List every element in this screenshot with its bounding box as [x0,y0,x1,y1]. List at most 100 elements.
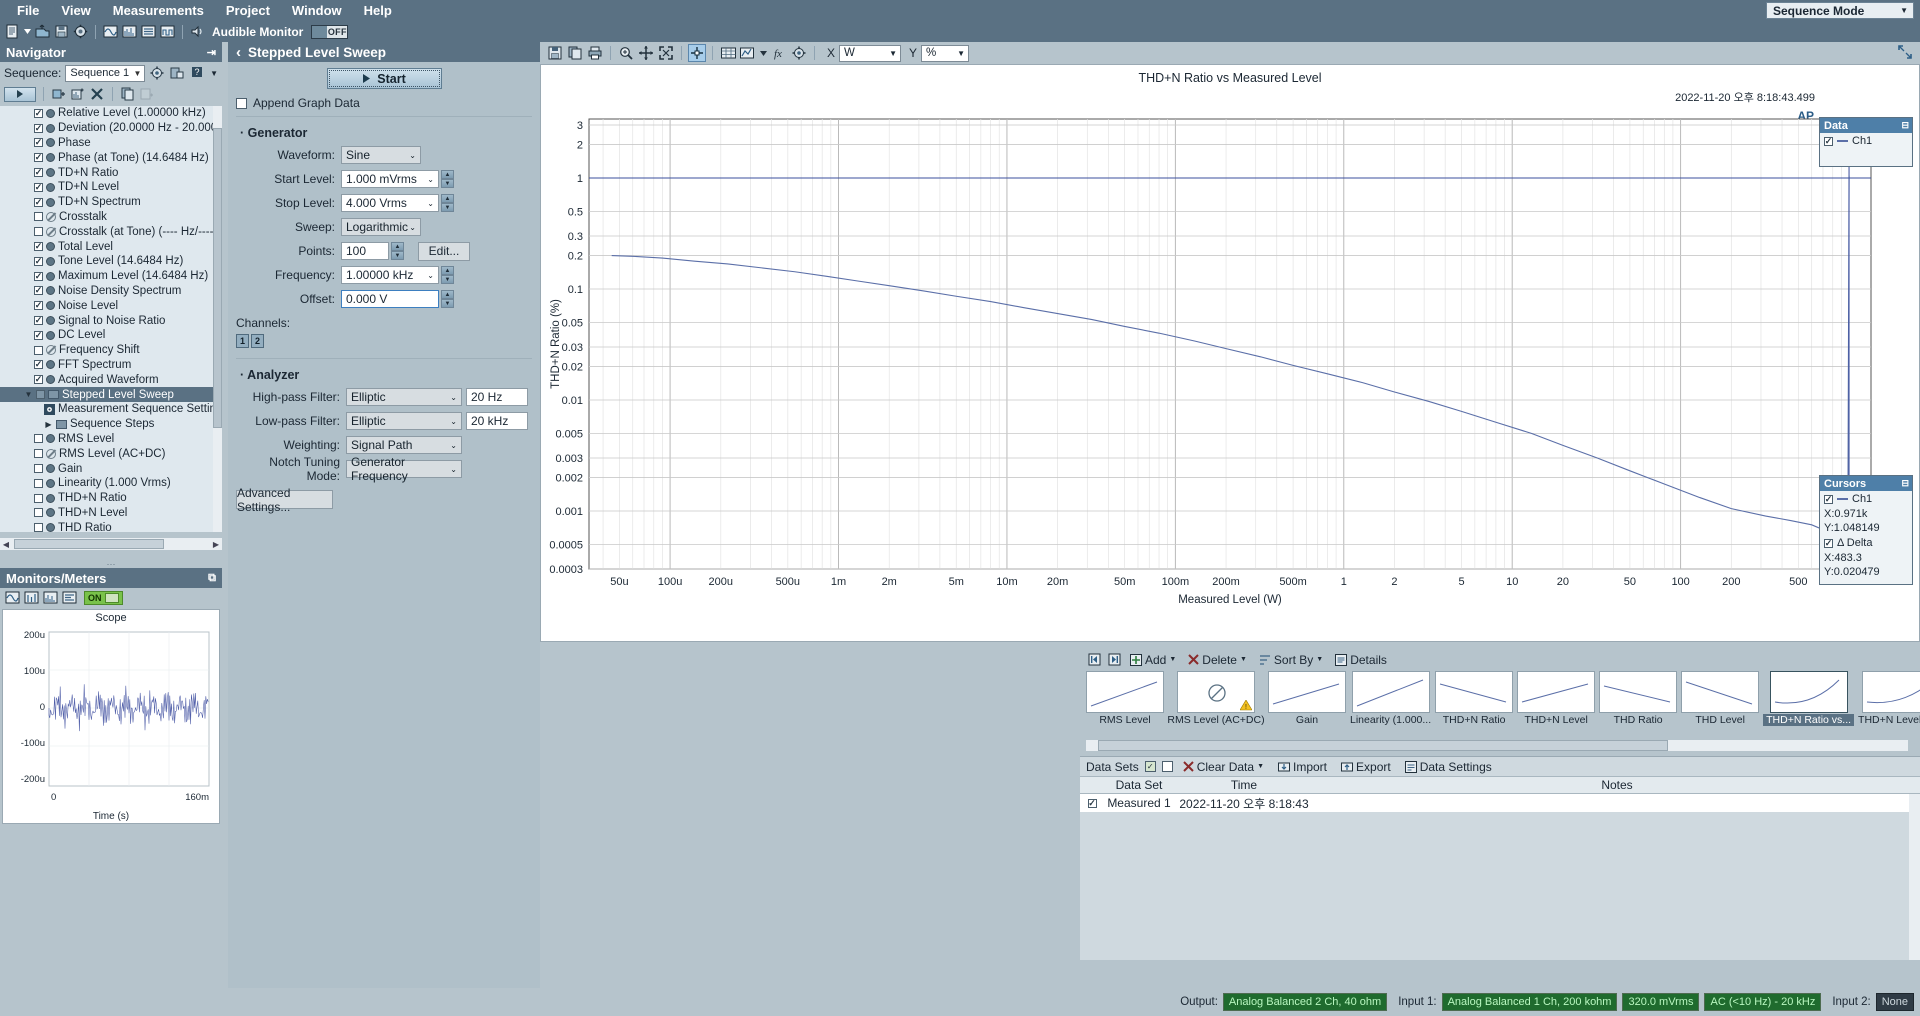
tree-item[interactable]: THD+N Ratio [0,491,222,506]
tree-item[interactable]: DC Level [0,328,222,343]
thumbnail-item[interactable]: THD+N Level [1517,671,1596,729]
field-dropdown[interactable]: Elliptic ⌄ [346,412,462,430]
tree-item-checkbox[interactable] [34,108,43,118]
spin-down-icon[interactable]: ▼ [391,251,404,260]
add-measurement-icon[interactable] [51,86,67,102]
field-spinner[interactable]: ▲ ▼ [391,242,404,260]
field-spinner[interactable]: ▲ ▼ [441,194,454,212]
thumbnail-item[interactable]: Gain [1268,671,1346,729]
settings-gear-icon[interactable] [72,23,89,40]
tree-item-checkbox[interactable] [36,390,45,400]
x-axis-unit-dropdown[interactable]: W ▼ [839,44,902,62]
export-button[interactable]: Export [1337,759,1395,775]
tree-item-checkbox[interactable] [34,182,43,192]
field-dropdown[interactable]: 1.000 mVrms ⌄ [341,170,439,188]
tree-item-checkbox[interactable] [34,197,43,207]
tree-item-checkbox[interactable] [34,271,43,281]
spin-up-icon[interactable]: ▲ [441,170,454,179]
thumbnail-item[interactable]: THD+N Ratio vs... [1763,671,1855,729]
tree-item-checkbox[interactable] [34,242,43,252]
spin-up-icon[interactable]: ▲ [441,266,454,275]
graph-type-dropdown-icon[interactable] [759,45,768,61]
audible-monitor-toggle[interactable]: OFF [311,24,349,39]
append-graph-data-row[interactable]: Append Graph Data [236,96,532,110]
tree-item[interactable]: Deviation (20.0000 Hz - 20.0000 kH [0,121,222,136]
input1-level[interactable]: 320.0 mVrms [1622,993,1700,1011]
tree-item-checkbox[interactable] [34,434,43,444]
cursor-ch1-row[interactable]: Ch1 [1820,491,1912,507]
first-measurement-icon[interactable] [1086,652,1102,668]
chevron-down-icon[interactable]: ▼ [1316,656,1323,663]
scroll-left-icon[interactable]: ◀ [0,540,12,549]
spin-down-icon[interactable]: ▼ [441,299,454,308]
row-checkbox[interactable] [1080,798,1104,808]
tree-item[interactable]: ▶ Sequence Steps [0,417,222,432]
spectrum-icon[interactable] [121,23,138,40]
bargraph-view-icon[interactable] [61,590,77,606]
scrollbar-thumb[interactable] [213,128,222,428]
sort-by-button[interactable]: Sort By ▼ [1255,652,1327,668]
spectrum-view-icon[interactable] [42,590,58,606]
spin-down-icon[interactable]: ▼ [441,203,454,212]
add-button[interactable]: Add ▼ [1126,652,1180,668]
tree-item-checkbox[interactable] [34,478,43,488]
tree-item-checkbox[interactable] [34,330,43,340]
popout-icon[interactable]: ⧉ [208,572,216,585]
pin-icon[interactable]: ⇥ [207,46,216,59]
fit-icon[interactable] [657,44,675,62]
tree-item-checkbox[interactable] [34,168,43,178]
thumbnail-item[interactable]: Linearity (1.000... [1350,671,1432,729]
tree-item[interactable]: Measurement Sequence Settings... [0,402,222,417]
tree-item[interactable]: Gain [0,461,222,476]
thumbnail-item[interactable]: THD Ratio [1599,671,1678,729]
menu-help[interactable]: Help [353,1,403,20]
tree-item[interactable]: FFT Spectrum [0,358,222,373]
copy-measurement-icon[interactable] [120,86,136,102]
field-dropdown[interactable]: 4.000 Vrms ⌄ [341,194,439,212]
tree-item-checkbox[interactable] [34,360,43,370]
strip-hscrollbar[interactable] [1086,740,1908,751]
paste-measurement-icon[interactable] [139,86,155,102]
tree-item-checkbox[interactable] [34,375,43,385]
tree-item[interactable]: RMS Level (AC+DC) [0,446,222,461]
channel-button-2[interactable]: 2 [251,334,264,348]
tree-item[interactable]: Total Level [0,239,222,254]
crosshair-icon[interactable] [688,44,706,62]
tree-item[interactable]: Acquired Waveform [0,372,222,387]
sequence-settings-gear-icon[interactable] [149,65,165,81]
thumbnail-item[interactable]: RMS Level [1086,671,1164,729]
tree-item-checkbox[interactable] [34,286,43,296]
navigator-tree[interactable]: Relative Level (1.00000 kHz) Deviation (2… [0,106,222,532]
thumbnail-item[interactable]: THD+N Ratio [1435,671,1514,729]
menu-file[interactable]: File [6,1,50,20]
tree-item[interactable]: Crosstalk (at Tone) (---- Hz/---- H [0,224,222,239]
start-button[interactable]: Start [326,68,442,89]
spin-up-icon[interactable]: ▲ [391,242,404,251]
field-dropdown[interactable]: Sine ⌄ [341,146,421,164]
tree-twisty-icon[interactable]: ▶ [44,420,53,429]
data-settings-button[interactable]: Data Settings [1401,759,1496,775]
table-icon[interactable] [719,44,737,62]
tree-item-checkbox[interactable] [34,212,43,222]
add-graph-icon[interactable] [70,86,86,102]
zoom-icon[interactable] [617,44,635,62]
tree-item[interactable]: THD+N Level [0,506,222,521]
output-value[interactable]: Analog Balanced 2 Ch, 40 ohm [1222,993,1388,1011]
chevron-down-icon[interactable]: ▼ [1240,656,1247,663]
tree-item-checkbox[interactable] [34,138,43,148]
tree-item[interactable]: TD+N Level [0,180,222,195]
input2-value[interactable]: None [1875,993,1914,1011]
tree-item[interactable]: Phase (at Tone) (14.6484 Hz) [0,150,222,165]
print-icon[interactable] [586,44,604,62]
pin-icon[interactable]: ⊟ [1901,120,1909,131]
monitors-on-toggle[interactable]: ON [84,590,123,605]
spin-up-icon[interactable]: ▲ [441,194,454,203]
field-dropdown[interactable]: Signal Path ⌄ [346,436,462,454]
tree-item[interactable]: RMS Level [0,432,222,447]
tree-item[interactable]: Maximum Level (14.6484 Hz) [0,269,222,284]
save-project-icon[interactable] [53,23,70,40]
chart-plot[interactable]: 3 2 1 0.5 0.3 0.2 0.1 0.05 0.03 0.02 0.01 0.005 0.00… [541,111,1920,641]
save-icon[interactable] [546,44,564,62]
graph-type-icon[interactable] [739,44,757,62]
chevron-down-icon[interactable]: ▼ [210,69,218,78]
